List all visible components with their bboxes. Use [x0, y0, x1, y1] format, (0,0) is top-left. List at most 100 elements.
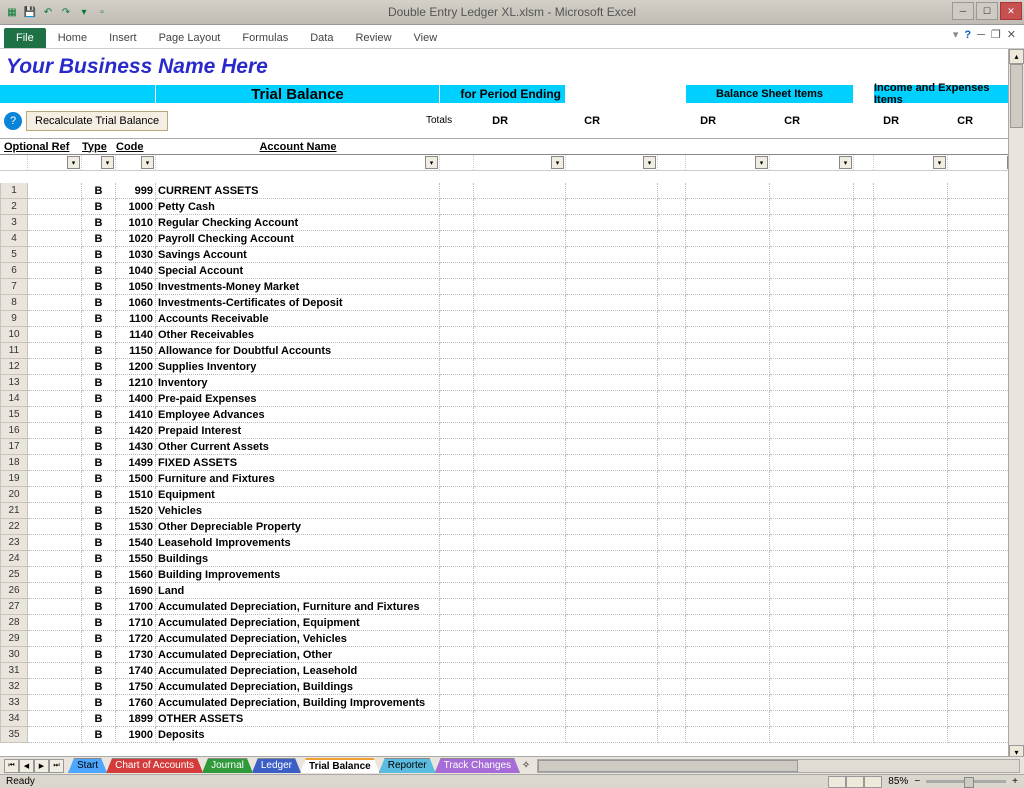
cell-cr[interactable]: [770, 247, 854, 263]
cell-cr[interactable]: [566, 247, 658, 263]
cell-type[interactable]: B: [82, 279, 116, 295]
cell-account-name[interactable]: Prepaid Interest: [156, 423, 440, 439]
cell-dr[interactable]: [874, 711, 948, 727]
cell-account-name[interactable]: Accumulated Depreciation, Other: [156, 647, 440, 663]
cell[interactable]: [658, 183, 686, 199]
redo-icon[interactable]: ↷: [58, 4, 74, 20]
cell-type[interactable]: B: [82, 647, 116, 663]
table-row[interactable]: 31B1740Accumulated Depreciation, Leaseho…: [0, 663, 1024, 679]
view-normal-icon[interactable]: [828, 776, 846, 788]
cell-optref[interactable]: [28, 375, 82, 391]
cell-dr[interactable]: [474, 679, 566, 695]
cell-dr[interactable]: [686, 519, 770, 535]
cell-dr[interactable]: [874, 535, 948, 551]
cell-optref[interactable]: [28, 647, 82, 663]
tab-view[interactable]: View: [404, 28, 448, 48]
row-header[interactable]: 18: [0, 455, 28, 471]
scroll-up-icon[interactable]: ▴: [1009, 49, 1024, 64]
cell[interactable]: [854, 439, 874, 455]
cell-cr[interactable]: [770, 663, 854, 679]
cell-account-name[interactable]: CURRENT ASSETS: [156, 183, 440, 199]
cell[interactable]: [658, 695, 686, 711]
cell[interactable]: [440, 695, 474, 711]
ribbon-minimize-icon[interactable]: ▾: [953, 28, 959, 41]
cell-cr[interactable]: [770, 647, 854, 663]
table-row[interactable]: 29B1720Accumulated Depreciation, Vehicle…: [0, 631, 1024, 647]
filter-dropdown-icon[interactable]: ▾: [643, 156, 656, 169]
cell[interactable]: [854, 631, 874, 647]
cell-optref[interactable]: [28, 407, 82, 423]
table-row[interactable]: 32B1750Accumulated Depreciation, Buildin…: [0, 679, 1024, 695]
cell-type[interactable]: B: [82, 503, 116, 519]
tab-nav-prev-icon[interactable]: ◀: [19, 759, 34, 773]
filter-dropdown-icon[interactable]: ▾: [141, 156, 154, 169]
cell-cr[interactable]: [770, 519, 854, 535]
cell[interactable]: [658, 407, 686, 423]
cell-account-name[interactable]: Accumulated Depreciation, Furniture and …: [156, 599, 440, 615]
cell[interactable]: [854, 295, 874, 311]
cell[interactable]: [854, 551, 874, 567]
tab-nav-first-icon[interactable]: ⏮: [4, 759, 19, 773]
cell-cr[interactable]: [566, 631, 658, 647]
cell-account-name[interactable]: Regular Checking Account: [156, 215, 440, 231]
cell-cr[interactable]: [566, 487, 658, 503]
cell-code[interactable]: 1050: [116, 279, 156, 295]
cell-code[interactable]: 999: [116, 183, 156, 199]
minimize-button[interactable]: ─: [952, 2, 974, 20]
cell-dr[interactable]: [686, 183, 770, 199]
cell-dr[interactable]: [474, 583, 566, 599]
cell-dr[interactable]: [874, 391, 948, 407]
cell-cr[interactable]: [566, 711, 658, 727]
cell-dr[interactable]: [874, 679, 948, 695]
cell[interactable]: [658, 551, 686, 567]
filter-dropdown-icon[interactable]: ▾: [551, 156, 564, 169]
cell[interactable]: [854, 455, 874, 471]
tab-insert[interactable]: Insert: [99, 28, 147, 48]
cell-optref[interactable]: [28, 279, 82, 295]
cell-dr[interactable]: [874, 263, 948, 279]
cell-optref[interactable]: [28, 215, 82, 231]
cell-dr[interactable]: [686, 391, 770, 407]
cell-code[interactable]: 1750: [116, 679, 156, 695]
cell-dr[interactable]: [686, 535, 770, 551]
cell-account-name[interactable]: Investments-Certificates of Deposit: [156, 295, 440, 311]
cell-account-name[interactable]: Savings Account: [156, 247, 440, 263]
cell-code[interactable]: 1030: [116, 247, 156, 263]
cell[interactable]: [658, 263, 686, 279]
cell-dr[interactable]: [874, 599, 948, 615]
cell[interactable]: [854, 423, 874, 439]
cell-code[interactable]: 1150: [116, 343, 156, 359]
cell[interactable]: [854, 695, 874, 711]
cell-account-name[interactable]: Accumulated Depreciation, Equipment: [156, 615, 440, 631]
cell-cr[interactable]: [566, 375, 658, 391]
cell-cr[interactable]: [770, 583, 854, 599]
cell[interactable]: [658, 343, 686, 359]
table-row[interactable]: 21B1520Vehicles: [0, 503, 1024, 519]
cell-dr[interactable]: [686, 279, 770, 295]
cell-dr[interactable]: [874, 583, 948, 599]
cell-dr[interactable]: [474, 391, 566, 407]
cell-dr[interactable]: [474, 279, 566, 295]
cell-dr[interactable]: [474, 199, 566, 215]
cell[interactable]: [854, 567, 874, 583]
cell[interactable]: [440, 455, 474, 471]
cell[interactable]: [658, 247, 686, 263]
row-header[interactable]: 20: [0, 487, 28, 503]
cell-code[interactable]: 1550: [116, 551, 156, 567]
table-row[interactable]: 14B1400Pre-paid Expenses: [0, 391, 1024, 407]
cell-cr[interactable]: [566, 215, 658, 231]
cell-dr[interactable]: [474, 503, 566, 519]
cell-code[interactable]: 1740: [116, 663, 156, 679]
table-row[interactable]: 35B1900Deposits: [0, 727, 1024, 743]
cell[interactable]: [658, 487, 686, 503]
window-restore-icon[interactable]: ❐: [991, 28, 1001, 41]
cell-dr[interactable]: [474, 519, 566, 535]
cell[interactable]: [440, 183, 474, 199]
cell-optref[interactable]: [28, 615, 82, 631]
table-row[interactable]: 18B1499FIXED ASSETS: [0, 455, 1024, 471]
cell-account-name[interactable]: Allowance for Doubtful Accounts: [156, 343, 440, 359]
hscroll-thumb[interactable]: [538, 760, 798, 772]
row-header[interactable]: 15: [0, 407, 28, 423]
cell[interactable]: [854, 503, 874, 519]
cell-cr[interactable]: [566, 647, 658, 663]
